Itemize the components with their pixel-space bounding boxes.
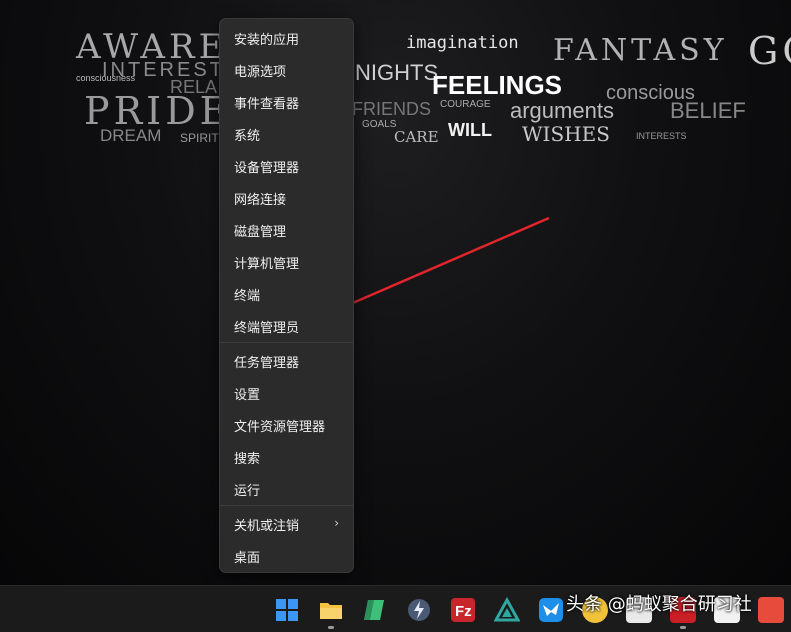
menu-item-label: 计算机管理: [234, 257, 300, 272]
bird-app-icon[interactable]: [538, 597, 564, 623]
menu-divider: [220, 505, 353, 506]
filezilla-icon[interactable]: Fz: [450, 597, 476, 623]
menu-item-label: 安装的应用: [234, 33, 300, 48]
running-indicator: [328, 626, 334, 629]
quick-link-context-menu: 安装的应用 电源选项 事件查看器 系统 设备管理器 网络连接 磁盘管理 计算机管…: [219, 18, 354, 573]
menu-item-terminal-admin[interactable]: 终端管理员: [220, 311, 353, 339]
menu-item-label: 磁盘管理: [234, 225, 287, 240]
bolt-app-icon[interactable]: [406, 597, 432, 623]
watermark: 头条 @蚂蚁聚合研习社: [566, 594, 752, 615]
menu-item-network-connections[interactable]: 网络连接: [220, 183, 353, 211]
menu-item-label: 终端管理员: [234, 321, 300, 336]
running-indicator: [680, 626, 686, 629]
menu-item-label: 关机或注销: [234, 519, 300, 534]
menu-item-label: 文件资源管理器: [234, 420, 326, 435]
menu-item-search[interactable]: 搜索: [220, 442, 353, 470]
menu-item-disk-management[interactable]: 磁盘管理: [220, 215, 353, 243]
menu-item-label: 任务管理器: [234, 356, 300, 371]
menu-item-power-options[interactable]: 电源选项: [220, 55, 353, 83]
menu-item-installed-apps[interactable]: 安装的应用: [220, 23, 353, 51]
annotation-arrow-line: [324, 216, 550, 317]
app-icon[interactable]: [758, 597, 784, 623]
menu-item-label: 电源选项: [234, 65, 287, 80]
menu-item-label: 终端: [234, 289, 261, 304]
menu-item-label: 搜索: [234, 452, 261, 467]
menu-item-label: 设备管理器: [234, 161, 300, 176]
menu-item-desktop[interactable]: 桌面: [220, 541, 353, 569]
menu-item-computer-management[interactable]: 计算机管理: [220, 247, 353, 275]
menu-item-device-manager[interactable]: 设备管理器: [220, 151, 353, 179]
menu-item-label: 系统: [234, 129, 261, 144]
menu-item-shutdown-signout[interactable]: 关机或注销 ›: [220, 509, 353, 537]
menu-item-settings[interactable]: 设置: [220, 378, 353, 406]
menu-divider: [220, 342, 353, 343]
notes-app-icon[interactable]: [362, 597, 388, 623]
desktop-wallpaper: AWARENE INTERESTS consciousness PRIDE RE…: [0, 0, 791, 585]
menu-item-terminal[interactable]: 终端: [220, 279, 353, 307]
menu-item-event-viewer[interactable]: 事件查看器: [220, 87, 353, 115]
menu-item-label: 桌面: [234, 551, 261, 566]
menu-item-file-explorer[interactable]: 文件资源管理器: [220, 410, 353, 438]
triangle-app-icon[interactable]: [493, 596, 521, 623]
menu-item-label: 运行: [234, 484, 261, 499]
menu-item-label: 设置: [234, 388, 261, 403]
annotation-arrow: [308, 216, 550, 322]
svg-text:Fz: Fz: [455, 603, 472, 620]
menu-item-system[interactable]: 系统: [220, 119, 353, 147]
menu-item-label: 网络连接: [234, 193, 287, 208]
chevron-right-icon: ›: [334, 516, 339, 530]
menu-item-run[interactable]: 运行: [220, 474, 353, 502]
file-explorer-icon[interactable]: [318, 597, 344, 623]
start-icon[interactable]: [274, 597, 300, 623]
menu-item-task-manager[interactable]: 任务管理器: [220, 346, 353, 374]
menu-item-label: 事件查看器: [234, 97, 300, 112]
